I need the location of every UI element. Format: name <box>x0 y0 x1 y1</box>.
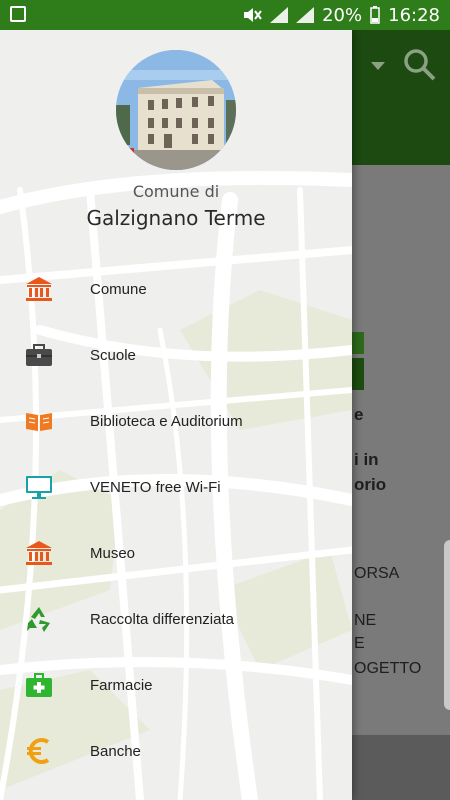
town-hall-photo <box>116 50 236 170</box>
battery-percentage: 20% <box>322 4 363 26</box>
bg-text-3: orio <box>354 475 387 494</box>
menu-item-banche[interactable]: Banche <box>0 718 352 784</box>
monitor-icon <box>26 476 52 499</box>
bg-text-4: ORSA <box>354 565 400 582</box>
menu-item-label: Farmacie <box>90 676 153 694</box>
menu-item-farmacie[interactable]: Farmacie <box>0 652 352 718</box>
menu-item-label: Raccolta differenziata <box>90 610 234 628</box>
mute-icon <box>244 8 262 22</box>
bg-text-1: e <box>354 405 364 424</box>
menu-item-wifi[interactable]: VENETO free Wi-Fi <box>0 454 352 520</box>
header-title: Galzignano Terme <box>86 206 266 230</box>
logo-fragment <box>352 332 364 354</box>
menu-item-label: Banche <box>90 742 141 760</box>
book-icon <box>26 413 52 431</box>
status-bar: 20% 16:28 <box>0 0 450 30</box>
avatar <box>116 50 236 170</box>
header-subtitle: Comune di <box>132 182 220 201</box>
menu-item-label: Comune <box>90 280 147 298</box>
signal-icon <box>270 7 289 23</box>
dropdown-arrow-icon[interactable] <box>371 62 385 72</box>
menu-item-label: Biblioteca e Auditorium <box>90 412 243 430</box>
drawer-menu: Comune Scuole Biblioteca e Auditorium VE… <box>0 256 352 784</box>
signal-strength-icon <box>296 7 315 23</box>
clock: 16:28 <box>388 4 440 26</box>
briefcase-icon <box>26 344 52 366</box>
menu-item-label: VENETO free Wi-Fi <box>90 478 221 496</box>
bg-text-7: OGETTO <box>354 660 422 677</box>
image-notification-icon <box>10 6 26 22</box>
menu-item-comune[interactable]: Comune <box>0 256 352 322</box>
bg-text-2: i in <box>354 450 379 469</box>
logo-fragment-2 <box>352 358 364 390</box>
bg-floating-card <box>444 540 450 710</box>
menu-item-label: Scuole <box>90 346 136 364</box>
bank-icon <box>26 277 52 301</box>
menu-item-label: Museo <box>90 544 136 562</box>
menu-item-biblioteca[interactable]: Biblioteca e Auditorium <box>0 388 352 454</box>
menu-item-scuole[interactable]: Scuole <box>0 322 352 388</box>
museum-icon <box>26 541 52 565</box>
battery-icon <box>370 6 380 24</box>
navigation-drawer: Comune di Galzignano Terme Comune Scuole… <box>0 30 352 800</box>
menu-item-museo[interactable]: Museo <box>0 520 352 586</box>
first-aid-kit-icon <box>26 673 52 697</box>
recycle-icon <box>27 607 50 632</box>
bg-text-5: NE <box>354 612 377 629</box>
menu-item-raccolta[interactable]: Raccolta differenziata <box>0 586 352 652</box>
search-icon[interactable] <box>403 48 437 82</box>
euro-icon <box>27 738 50 764</box>
bg-text-6: E <box>354 635 365 652</box>
